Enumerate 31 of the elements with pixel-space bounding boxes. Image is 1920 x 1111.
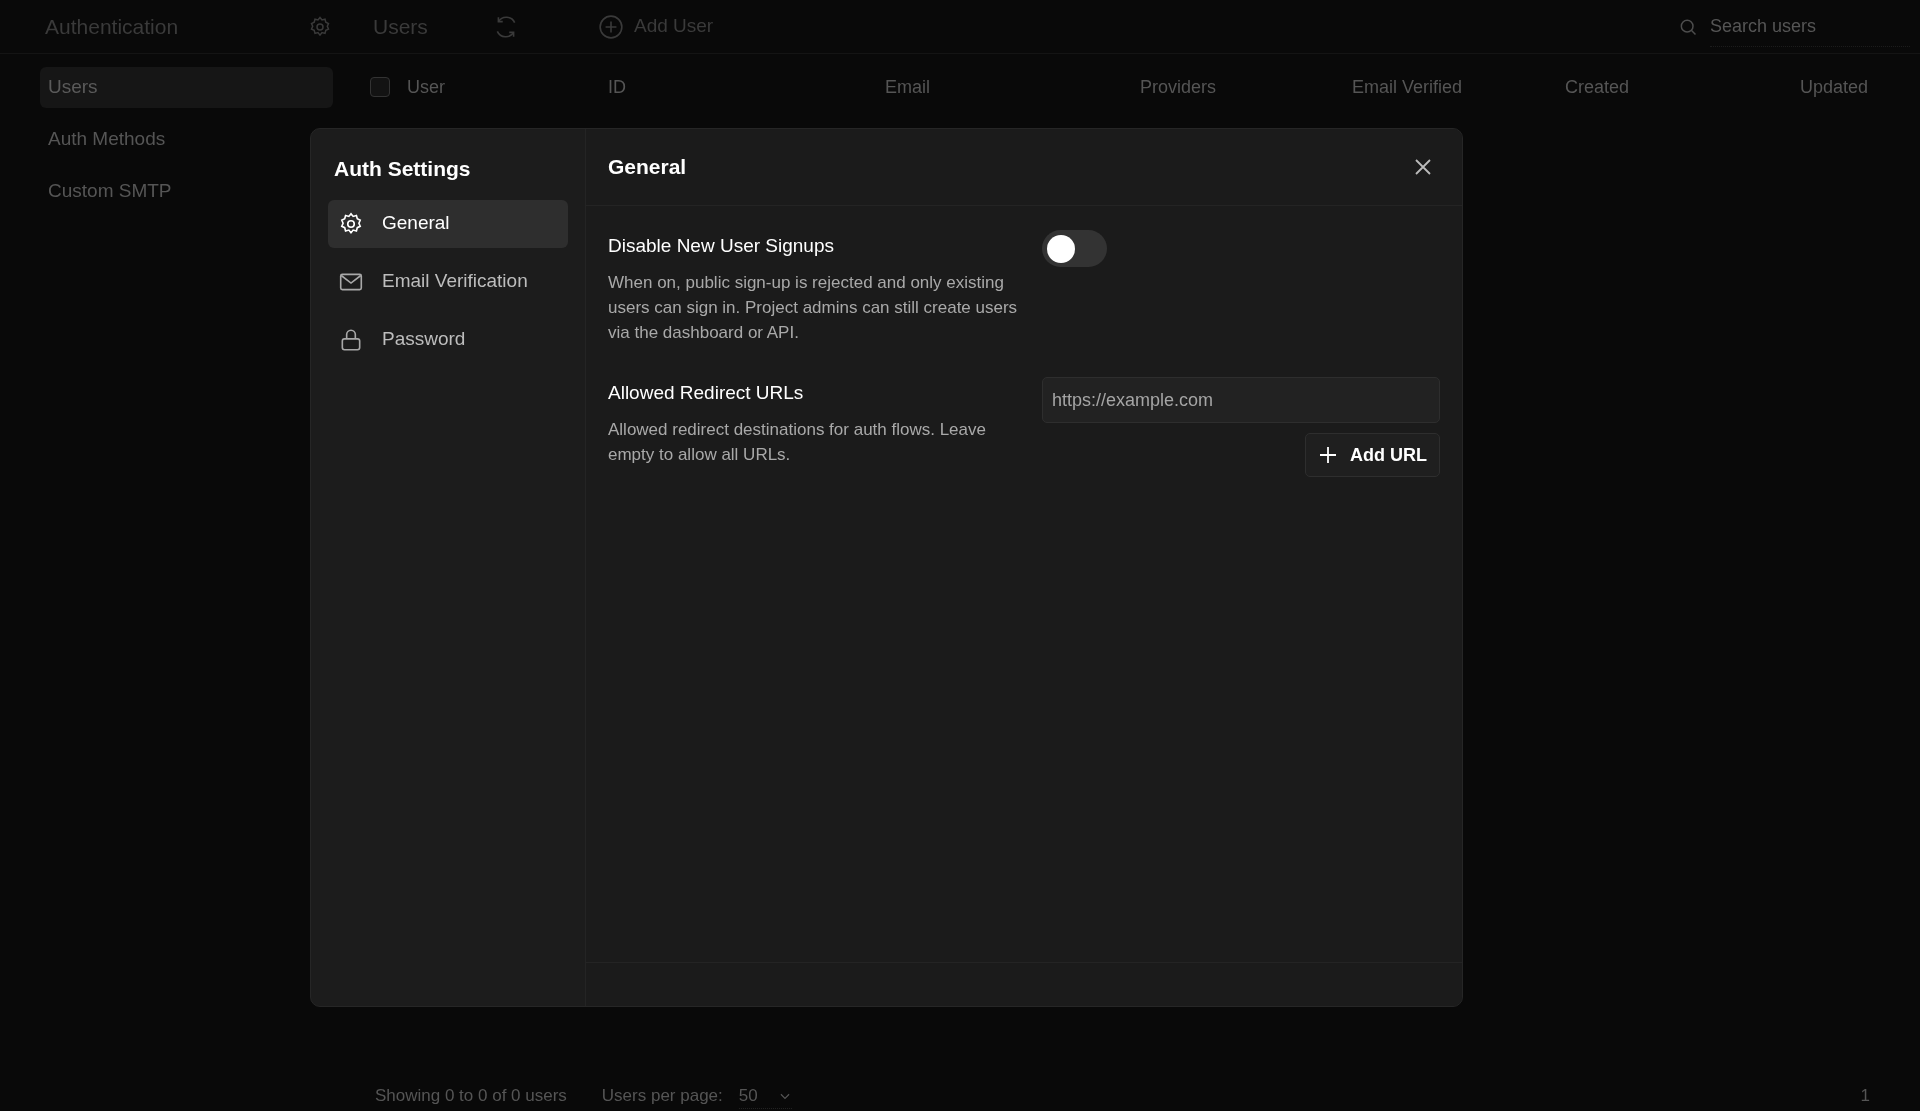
- column-header: Providers: [1140, 75, 1218, 99]
- section-heading: General: [608, 154, 687, 181]
- column-header: Created: [1565, 75, 1631, 99]
- plus-circle-icon: [598, 13, 624, 40]
- settings-icon[interactable]: [308, 14, 332, 39]
- sidebar-item[interactable]: Users: [40, 67, 333, 108]
- per-page-label: Users per page:: [601, 1085, 723, 1108]
- column-header: User: [407, 75, 446, 99]
- column-header: Email: [885, 75, 931, 99]
- search-field[interactable]: Search users: [1710, 6, 1910, 47]
- toggle-switch[interactable]: [1042, 230, 1107, 267]
- add-url-button[interactable]: Add URL: [1305, 433, 1440, 477]
- column-header: Email Verified: [1352, 75, 1464, 99]
- setting-description: Allowed redirect destinations for auth flows. Leave empty to allow all URLs.: [608, 418, 987, 466]
- close-icon: [1413, 157, 1433, 177]
- select-all-checkbox[interactable]: [370, 77, 390, 97]
- page-number[interactable]: 1: [1860, 1083, 1870, 1109]
- settings-nav-item[interactable]: Email Verification: [328, 257, 568, 306]
- results-summary: Showing 0 to 0 of 0 users: [375, 1085, 567, 1108]
- setting-label: Disable New User Signups: [608, 234, 835, 258]
- per-page-select[interactable]: 50: [738, 1082, 792, 1110]
- sidebar-item[interactable]: Auth Methods: [40, 119, 333, 160]
- url-input-field[interactable]: https://example.com: [1042, 377, 1440, 423]
- settings-nav-item[interactable]: General: [328, 199, 568, 248]
- settings-nav-item[interactable]: Password: [328, 315, 568, 364]
- plus-icon: [1318, 445, 1338, 465]
- column-header: ID: [608, 75, 627, 99]
- setting-label: Allowed Redirect URLs: [608, 381, 805, 405]
- column-header: Updated: [1800, 75, 1870, 99]
- setting-description: When on, public sign-up is rejected and only existing users can sign in. Project admins can still create users via the dashboard or API.: [608, 271, 1019, 344]
- dialog-title: Auth Settings: [334, 156, 472, 182]
